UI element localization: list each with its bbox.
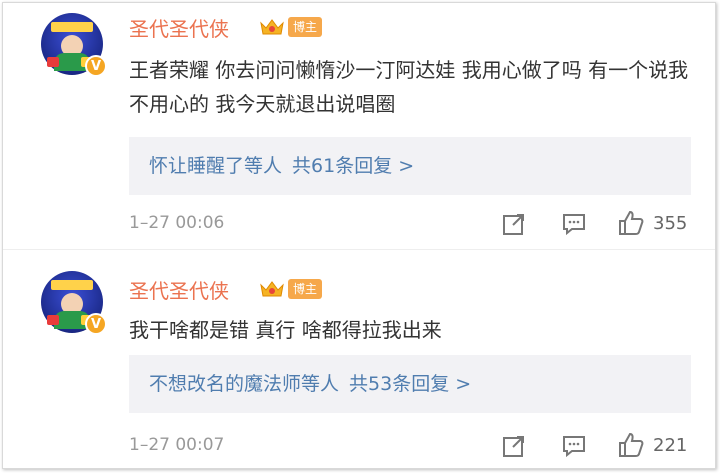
share-icon[interactable] <box>501 433 527 459</box>
gift-icon <box>47 57 59 67</box>
action-bar: 355 <box>3 209 715 239</box>
thumbs-up-icon[interactable] <box>617 209 645 237</box>
replies-link[interactable]: 不想改名的魔法师等人 共53条回复 > <box>129 355 691 413</box>
verified-icon: V <box>85 313 107 335</box>
avatar-banner <box>51 22 93 32</box>
comment-list: V 圣代圣代侠 博主 王者荣耀 你去问问懒惰沙一汀阿达娃 我用心做了吗 有一个说… <box>2 2 716 469</box>
action-bar: 221 <box>3 431 715 461</box>
gift-icon <box>47 315 59 325</box>
comment-icon[interactable] <box>561 433 587 459</box>
divider <box>3 249 715 250</box>
thumbs-up-icon[interactable] <box>617 431 645 459</box>
replies-who: 怀让睡醒了等人 <box>149 155 283 177</box>
avatar[interactable]: V <box>41 271 107 335</box>
verified-icon: V <box>85 55 107 77</box>
replies-count: 共61条回复 > <box>292 155 415 177</box>
comment-text: 王者荣耀 你去问问懒惰沙一汀阿达娃 我用心做了吗 有一个说我不用心的 我今天就退… <box>129 58 689 116</box>
share-icon[interactable] <box>501 211 527 237</box>
comment-text: 我干啥都是错 真行 啥都得拉我出来 <box>129 318 442 342</box>
crown-badge-icon <box>260 281 284 297</box>
replies-count: 共53条回复 > <box>349 373 472 395</box>
comment-item: V 圣代圣代侠 博主 王者荣耀 你去问问懒惰沙一汀阿达娃 我用心做了吗 有一个说… <box>3 3 715 249</box>
replies-who: 不想改名的魔法师等人 <box>149 373 340 395</box>
username[interactable]: 圣代圣代侠 <box>129 275 229 304</box>
blogger-badge: 博主 <box>288 17 323 37</box>
like-count: 355 <box>653 213 688 234</box>
replies-link[interactable]: 怀让睡醒了等人 共61条回复 > <box>129 137 691 195</box>
like-count: 221 <box>653 435 688 456</box>
avatar-banner <box>51 280 93 290</box>
avatar[interactable]: V <box>41 13 107 77</box>
username[interactable]: 圣代圣代侠 <box>129 13 229 42</box>
blogger-badge: 博主 <box>288 279 323 299</box>
crown-badge-icon <box>260 19 284 35</box>
comment-icon[interactable] <box>561 211 587 237</box>
comment-item: V 圣代圣代侠 博主 我干啥都是错 真行 啥都得拉我出来 不想改名的魔法师等人共… <box>3 251 715 470</box>
